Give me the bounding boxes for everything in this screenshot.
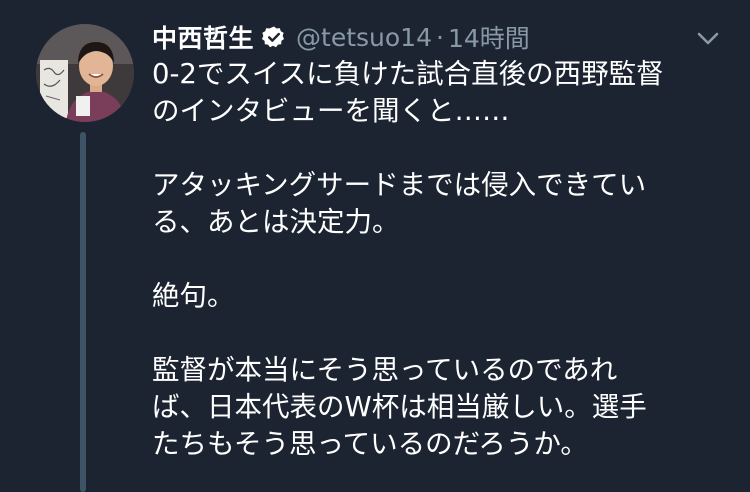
tweet-line: アタッキングサードまでは侵入できてい	[152, 169, 647, 201]
tweet-line: たちもそう思っているのだろうか。	[152, 428, 588, 460]
chevron-down-icon[interactable]	[694, 24, 722, 52]
author-name[interactable]: 中西哲生	[152, 19, 254, 55]
tweet-line: る、あとは決定力。	[152, 206, 400, 238]
tweet-header: 中西哲生 @tetsuo14 · 14時間	[152, 20, 530, 54]
timestamp[interactable]: 14時間	[448, 19, 530, 55]
tweet-line: 絶句。	[152, 280, 235, 312]
avatar-photo	[36, 24, 134, 122]
tweet-line: ば、日本代表のW杯は相当厳しい。選手	[152, 391, 647, 423]
tweet-line: 0-2でスイスに負けた試合直後の西野監督	[152, 58, 664, 90]
verified-badge-icon	[262, 25, 286, 49]
tweet-text: 0-2でスイスに負けた試合直後の西野監督 のインタビューを聞くと…… アタッキン…	[152, 56, 732, 463]
separator: ·	[435, 22, 444, 52]
tweet-line: 監督が本当にそう思っているのであれ	[152, 354, 618, 386]
thread-line	[80, 132, 86, 492]
author-handle[interactable]: @tetsuo14	[296, 23, 432, 52]
tweet[interactable]: 中西哲生 @tetsuo14 · 14時間 0-2でスイスに負けた試合直後の西野…	[0, 0, 750, 492]
avatar[interactable]	[36, 24, 134, 122]
tweet-line: のインタビューを聞くと……	[152, 95, 510, 127]
